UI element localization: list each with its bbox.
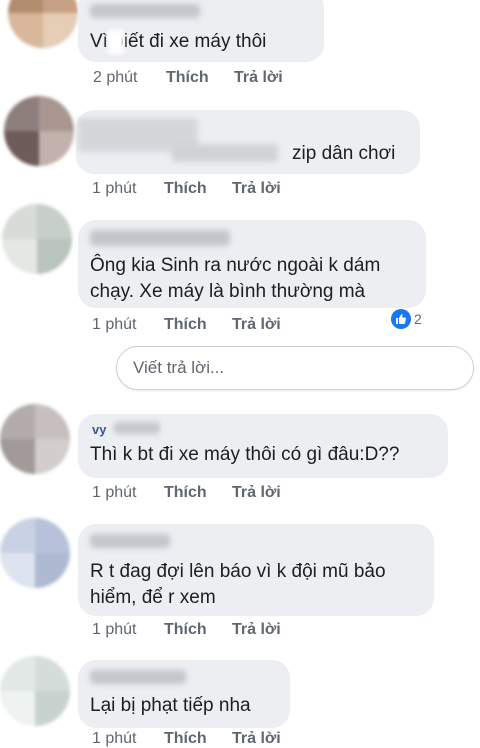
- comment-bubble: R t đag đợi lên báo vì k đội mũ bảo hiểm…: [78, 524, 434, 616]
- comment-time[interactable]: 1 phút: [92, 621, 136, 639]
- reply-link[interactable]: Trả lời: [232, 621, 281, 639]
- comment-text-censored: [172, 144, 278, 162]
- like-link[interactable]: Thích: [166, 69, 209, 87]
- avatar[interactable]: [4, 96, 74, 166]
- commenter-name: [90, 4, 200, 18]
- reply-link[interactable]: Trả lời: [232, 316, 281, 334]
- reply-link[interactable]: Trả lời: [232, 730, 281, 748]
- comment-time[interactable]: 1 phút: [92, 316, 136, 334]
- comment-time[interactable]: 1 phút: [92, 180, 136, 198]
- like-thumb-icon: [391, 309, 411, 329]
- commenter-name: [90, 230, 230, 246]
- reaction-summary[interactable]: 2: [391, 307, 422, 331]
- reply-link[interactable]: Trả lời: [232, 180, 281, 198]
- avatar[interactable]: [2, 204, 72, 274]
- comment-time[interactable]: 2 phút: [93, 69, 137, 87]
- commenter-name: [90, 534, 170, 548]
- censor-mark: [108, 30, 124, 54]
- comment-bubble: vy Thì k bt đi xe máy thôi có gì đâu:D??: [78, 414, 448, 478]
- avatar[interactable]: [8, 0, 78, 48]
- comment-bubble: zip dân chơi: [76, 110, 420, 174]
- commenter-name[interactable]: vy: [92, 422, 106, 437]
- reply-input[interactable]: Viết trả lời...: [116, 346, 474, 390]
- like-link[interactable]: Thích: [164, 316, 207, 334]
- comment-text: Thì k bt đi xe máy thôi có gì đâu:D??: [90, 444, 400, 465]
- comment-time[interactable]: 1 phút: [92, 730, 136, 748]
- comment-text-line2: chạy. Xe máy là bình thường mà: [90, 281, 366, 302]
- like-link[interactable]: Thích: [164, 730, 207, 748]
- like-link[interactable]: Thích: [164, 621, 207, 639]
- reaction-count: 2: [414, 311, 422, 327]
- comment-bubble: Ông kia Sinh ra nước ngoài k dám chạy. X…: [78, 220, 426, 308]
- avatar[interactable]: [0, 656, 70, 726]
- comment-time[interactable]: 1 phút: [92, 484, 136, 502]
- comment-text-line1: R t đag đợi lên báo vì k đội mũ bảo: [90, 561, 386, 582]
- avatar[interactable]: [0, 518, 70, 588]
- comment-text: zip dân chơi: [292, 143, 396, 164]
- commenter-name: [90, 670, 186, 684]
- like-link[interactable]: Thích: [164, 484, 207, 502]
- like-link[interactable]: Thích: [164, 180, 207, 198]
- comment-bubble: Vì biết đi xe máy thôi: [78, 0, 324, 62]
- avatar[interactable]: [0, 404, 70, 474]
- comment-text-line2: hiểm, để r xem: [90, 587, 216, 608]
- commenter-name-censored: [114, 422, 160, 434]
- reply-link[interactable]: Trả lời: [232, 484, 281, 502]
- comment-text: Lại bị phạt tiếp nha: [90, 695, 251, 716]
- reply-placeholder: Viết trả lời...: [133, 358, 225, 377]
- comment-text-line1: Ông kia Sinh ra nước ngoài k dám: [90, 255, 381, 276]
- reply-link[interactable]: Trả lời: [234, 69, 283, 87]
- comment-bubble: Lại bị phạt tiếp nha: [78, 660, 290, 728]
